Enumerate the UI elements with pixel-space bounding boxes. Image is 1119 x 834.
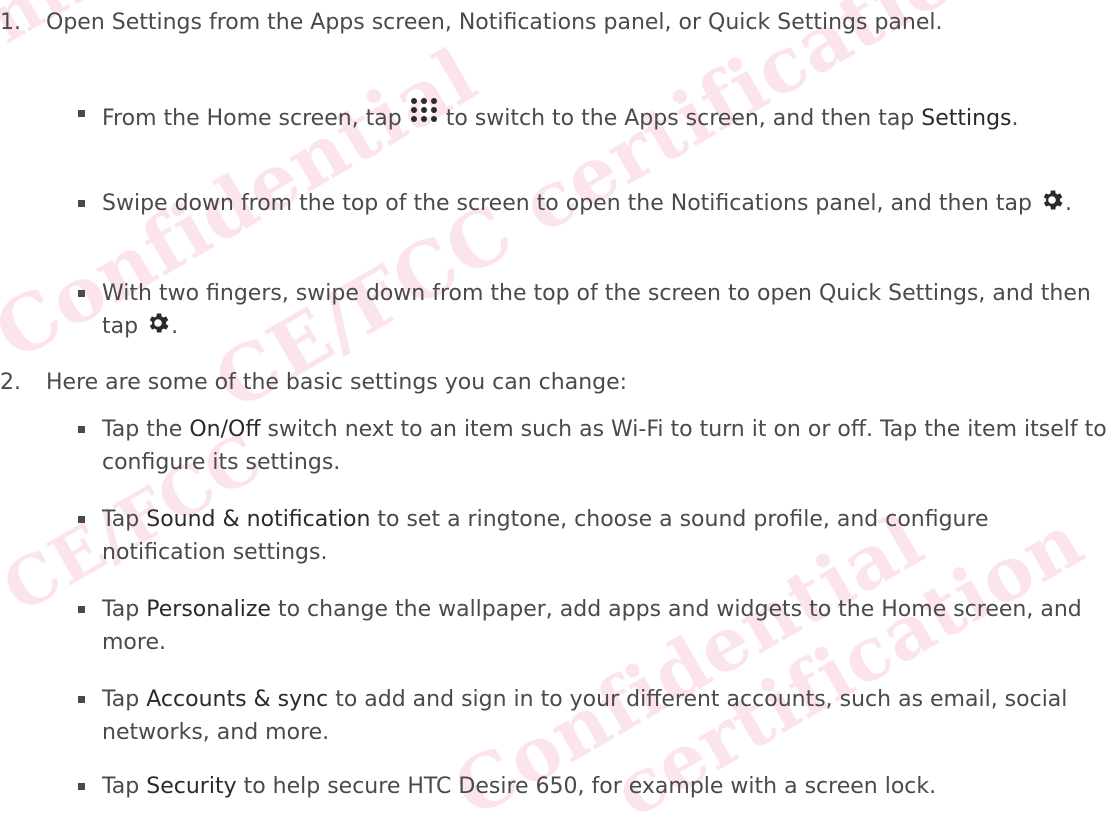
list-item-text: Tap: [102, 507, 147, 532]
on-off-label: On/Off: [189, 417, 261, 442]
step-number: 2.: [0, 370, 21, 395]
list-item-text: From the Home screen, tap: [102, 106, 409, 131]
list-item-text: With two fingers, swipe down from the to…: [102, 281, 1091, 339]
list-item-text: Tap: [102, 774, 147, 799]
settings-label: Settings: [921, 106, 1012, 131]
step-text: Open Settings from the Apps screen, Noti…: [46, 10, 943, 35]
bullet-marker: [78, 290, 85, 297]
step-number: 1.: [0, 10, 21, 35]
step-text: Here are some of the basic settings you …: [46, 370, 628, 395]
personalize-label: Personalize: [146, 597, 271, 622]
list-item-text: Tap the: [102, 417, 190, 442]
list-item-text: Swipe down from the top of the screen to…: [102, 191, 1039, 216]
security-label: Security: [146, 774, 237, 799]
accounts-sync-label: Accounts & sync: [146, 687, 329, 712]
gear-icon: [149, 313, 169, 333]
apps-grid-icon: [410, 98, 437, 122]
bullet-marker: [78, 426, 85, 433]
bullet-marker: [78, 110, 85, 117]
bullet-marker: [78, 696, 85, 703]
bullet-marker: [78, 606, 85, 613]
bullet-marker: [78, 516, 85, 523]
list-item-text: Tap: [102, 597, 147, 622]
bullet-marker: [78, 200, 85, 207]
gear-icon: [1043, 190, 1063, 210]
list-item-text: Tap: [102, 687, 147, 712]
sound-notification-label: Sound & notification: [146, 507, 371, 532]
bullet-marker: [78, 783, 85, 790]
